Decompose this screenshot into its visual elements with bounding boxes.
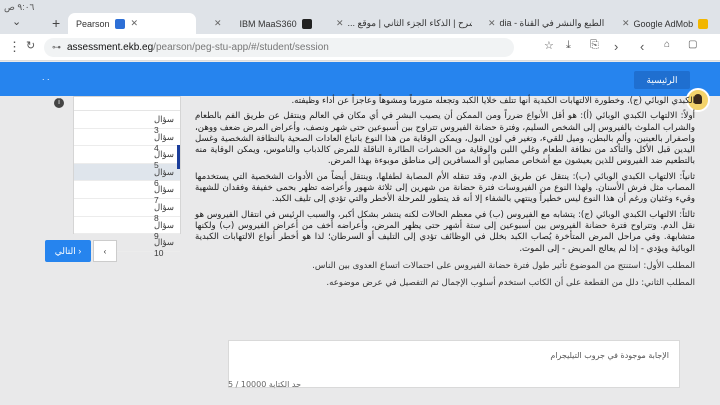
refresh-icon[interactable]: ↻ [26,39,35,52]
pearson-favicon-icon [114,18,125,29]
question-item-4[interactable]: سؤال 4 [74,129,180,153]
header-indicator: . . [42,72,50,82]
character-counter: 5 / 10000 حد الكتابة [228,380,302,389]
tab-admob[interactable]: ✕ Google AdMob [608,13,718,34]
previous-button[interactable]: ‹ [93,240,117,262]
next-button[interactable]: التالي › [45,240,91,262]
close-tab-icon[interactable]: ✕ [622,18,630,29]
address-bar-row: ⋮ ↻ ⊶ assessment.ekb.eg /pearson/peg-stu… [0,34,720,61]
close-tab-icon[interactable]: ✕ [336,18,344,29]
close-tab-icon[interactable]: ✕ [488,18,496,29]
question-item-7[interactable]: سؤال 7 [74,181,180,205]
question-requirement-1: المطلب الأول: استنتج من الموضوع تأثير طو… [312,260,695,271]
url-field[interactable]: ⊶ assessment.ekb.eg /pearson/peg-stu-app… [44,38,514,57]
tab-pearson[interactable]: Pearson ✕ [68,13,196,34]
tab-ibm-maas360[interactable]: ✕ IBM MaaS360 [200,13,320,34]
new-tab-button[interactable]: + [52,15,60,31]
passage-paragraph: الكبدي الوبائي (ج). وخطورة الالتهابات ال… [291,96,695,106]
tab-search-icon[interactable]: ⌄ [12,15,21,28]
question-list-scrollbar[interactable] [177,145,180,169]
question-item-5[interactable]: سؤال 5 [74,146,180,170]
url-path: /pearson/peg-stu-app/#/student/session [153,42,329,53]
bookmark-star-icon[interactable]: ☆ [544,39,554,52]
back-icon[interactable]: ‹ [640,39,644,54]
info-icon[interactable]: i [54,98,64,108]
tab-title: Google AdMob [633,18,694,29]
question-list-header [74,97,180,111]
admob-favicon-icon [698,18,709,29]
menu-dots-icon[interactable]: ⋮ [8,39,21,55]
tab-title: حقوق الطبع والنشر في القناة - dia [499,18,606,28]
app-header: . . الرئيسية [0,62,720,96]
question-item-9[interactable]: سؤال 9 [74,217,180,241]
passage-paragraph: ثالثاً: الالتهاب الكبدي الوبائي (ج): يتش… [195,209,695,254]
tab-copyright[interactable]: ✕ حقوق الطبع والنشر في القناة - dia [474,13,606,34]
url-host: assessment.ekb.eg [67,42,154,53]
question-item-6[interactable]: سؤال 6 [74,163,180,188]
tab-lesson[interactable]: ✕ شرح | الذكاء الجزء الثاني | موقع ... [322,13,472,34]
ibm-favicon-icon [301,18,312,29]
passage-paragraph: أولاً: الالتهاب الكبدي الوبائي (أ): هو أ… [195,111,695,167]
avatar-face [694,94,702,104]
question-item-8[interactable]: سؤال 8 [74,199,180,223]
tab-title: IBM MaaS360 [239,18,297,29]
tab-title: Pearson [76,18,110,29]
close-tab-icon[interactable]: ✕ [131,18,139,29]
tabs-count-icon[interactable]: ▢ [688,39,697,50]
browser-tab-strip: ٩:٠٦ ص ⌄ + Pearson ✕ ✕ IBM MaaS360 ✕ شرح… [0,0,720,34]
passage-paragraph: ثانياً: الالتهاب الكبدي الوبائي (ب): ينت… [195,171,695,205]
translate-icon[interactable]: ⎘ [590,39,599,52]
site-info-icon[interactable]: ⊶ [52,42,61,53]
forward-icon[interactable]: › [614,39,618,54]
close-tab-icon[interactable]: ✕ [214,18,222,29]
download-icon[interactable]: ⤓ [566,39,571,52]
home-button[interactable]: الرئيسية [634,71,690,89]
question-requirement-2: المطلب الثاني: دلل من القطعة على أن الكا… [326,278,695,289]
home-icon[interactable]: ⌂ [664,39,670,50]
tab-title: شرح | الذكاء الجزء الثاني | موقع ... [347,18,472,28]
os-clock: ٩:٠٦ ص [4,2,35,12]
question-item-3[interactable]: سؤال 3 [74,111,180,135]
answer-placeholder: الإجابة موجودة في جروب التيليجرام [550,351,669,360]
question-list: سؤال 3 سؤال 4 سؤال 5 سؤال 6 سؤال 7 سؤال … [73,96,181,258]
